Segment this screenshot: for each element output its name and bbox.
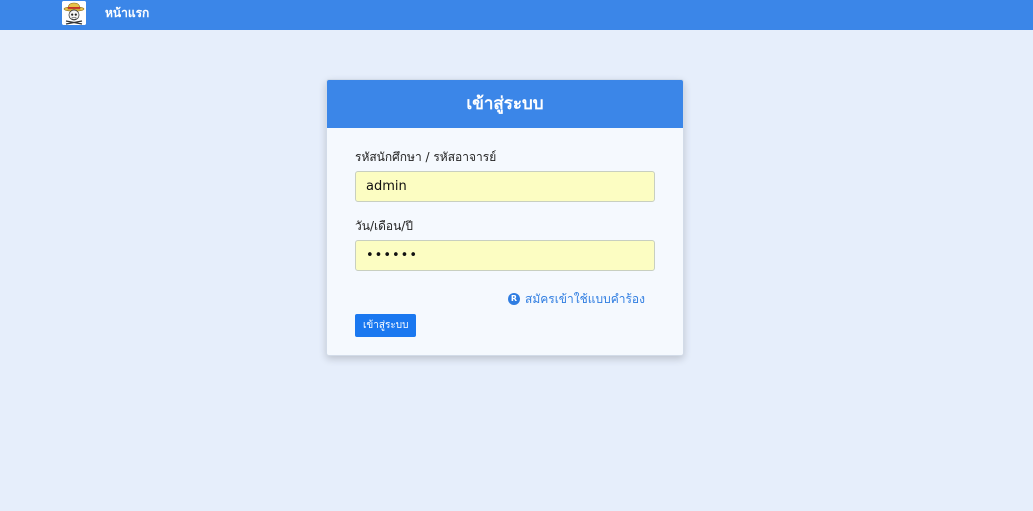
straw-hat-skull-logo-icon[interactable] xyxy=(62,1,86,25)
register-link-label: สมัครเข้าใช้แบบคำร้อง xyxy=(525,292,645,306)
username-input[interactable]: admin xyxy=(355,171,655,202)
password-label: วัน/เดือน/ปี xyxy=(355,219,413,233)
top-navbar: หน้าแรก xyxy=(0,0,1033,30)
register-link[interactable]: R สมัครเข้าใช้แบบคำร้อง xyxy=(508,291,645,307)
login-card: เข้าสู่ระบบ รหัสนักศึกษา / รหัสอาจารย์ a… xyxy=(326,79,684,356)
registered-circle-icon: R xyxy=(508,293,520,305)
login-card-title: เข้าสู่ระบบ xyxy=(327,80,683,128)
nav-home-link[interactable]: หน้าแรก xyxy=(105,6,149,21)
username-label: รหัสนักศึกษา / รหัสอาจารย์ xyxy=(355,150,497,164)
password-input[interactable]: •••••• xyxy=(355,240,655,271)
login-button[interactable]: เข้าสู่ระบบ xyxy=(355,314,417,337)
